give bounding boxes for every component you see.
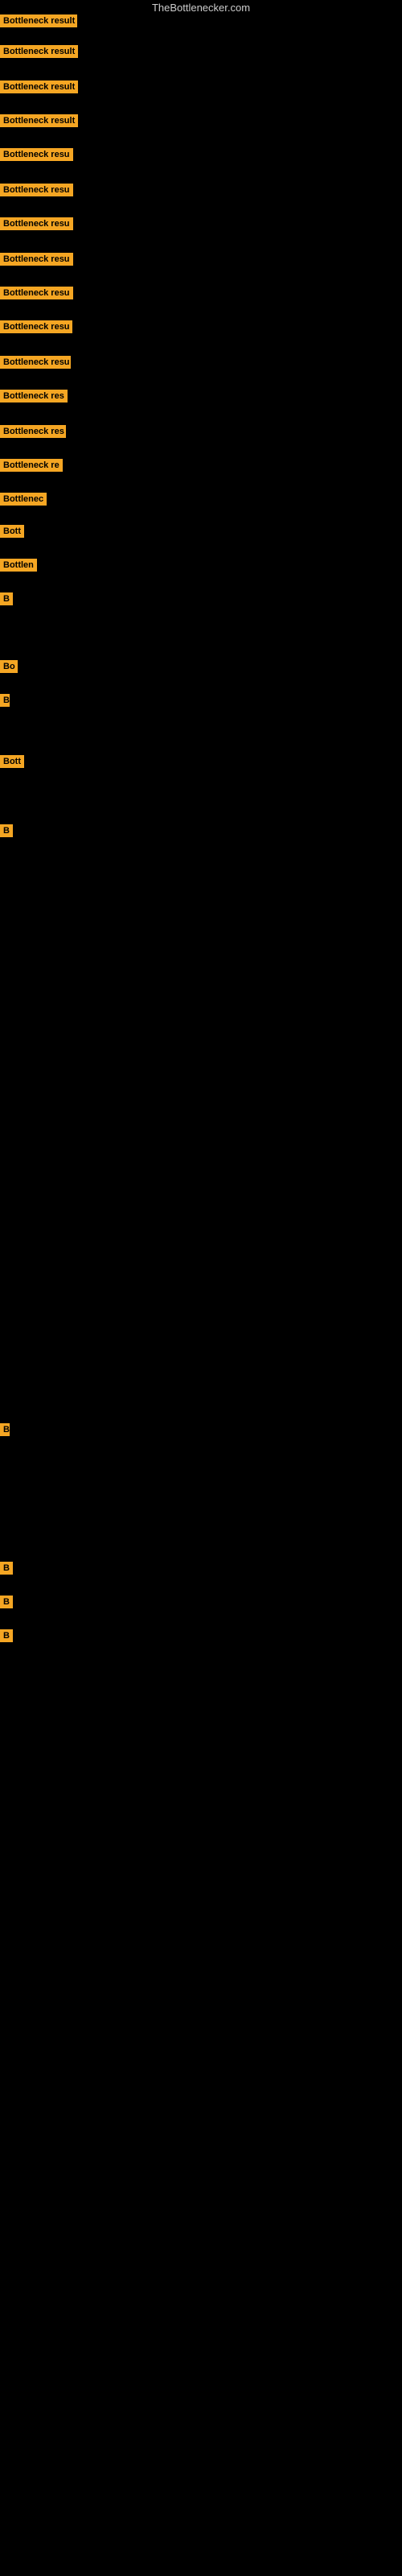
bottleneck-badge[interactable]: Bott bbox=[0, 755, 24, 768]
bottleneck-badge[interactable]: Bottleneck resu bbox=[0, 253, 73, 266]
bottleneck-badge[interactable]: B bbox=[0, 824, 13, 837]
site-title: TheBottlenecker.com bbox=[0, 0, 402, 15]
bottleneck-badge[interactable]: Bo bbox=[0, 660, 18, 673]
bottleneck-badge[interactable]: Bottlenec bbox=[0, 493, 47, 506]
bottleneck-badge[interactable]: Bottleneck re bbox=[0, 459, 63, 472]
bottleneck-badge[interactable]: B bbox=[0, 1562, 13, 1575]
bottleneck-badge[interactable]: B bbox=[0, 694, 10, 707]
bottleneck-badge[interactable]: Bottleneck res bbox=[0, 425, 66, 438]
bottleneck-badge[interactable]: B bbox=[0, 1629, 13, 1642]
bottleneck-badge[interactable]: B bbox=[0, 592, 13, 605]
bottleneck-badge[interactable]: Bott bbox=[0, 525, 24, 538]
bottleneck-badge[interactable]: Bottleneck resu bbox=[0, 148, 73, 161]
bottleneck-badge[interactable]: Bottleneck result bbox=[0, 114, 78, 127]
bottleneck-badge[interactable]: Bottlen bbox=[0, 559, 37, 572]
bottleneck-badge[interactable]: Bottleneck res bbox=[0, 390, 68, 402]
bottleneck-badge[interactable]: Bottleneck resu bbox=[0, 356, 71, 369]
bottleneck-badge[interactable]: B bbox=[0, 1596, 13, 1608]
bottleneck-badge[interactable]: Bottleneck result bbox=[0, 80, 78, 93]
bottleneck-badge[interactable]: Bottleneck resu bbox=[0, 320, 72, 333]
bottleneck-badge[interactable]: Bottleneck result bbox=[0, 14, 77, 27]
bottleneck-badge[interactable]: Bottleneck result bbox=[0, 45, 78, 58]
bottleneck-badge[interactable]: B bbox=[0, 1423, 10, 1436]
bottleneck-badge[interactable]: Bottleneck resu bbox=[0, 287, 73, 299]
bottleneck-badge[interactable]: Bottleneck resu bbox=[0, 184, 73, 196]
bottleneck-badge[interactable]: Bottleneck resu bbox=[0, 217, 73, 230]
